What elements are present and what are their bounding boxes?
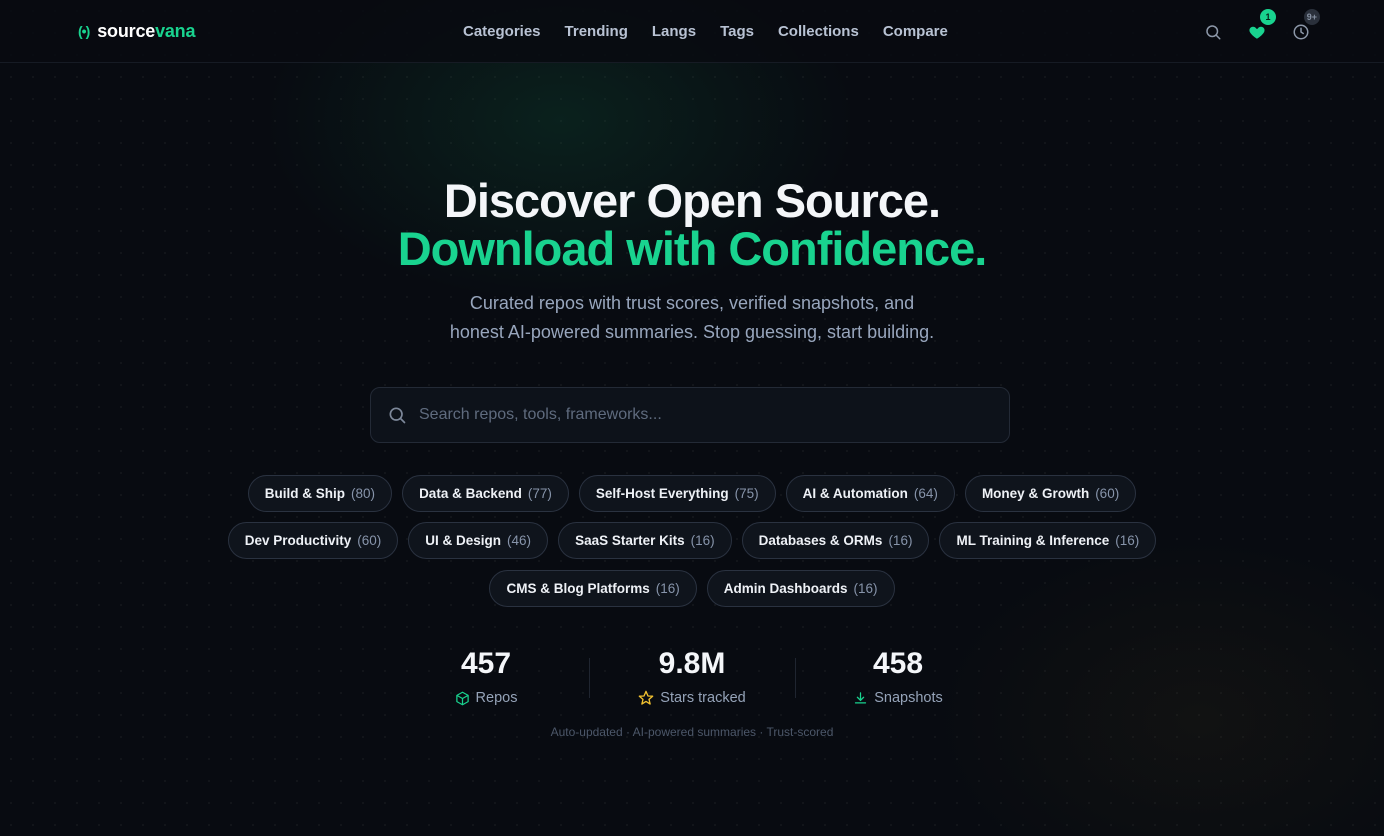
category-chip-money-growth[interactable]: Money & Growth (60) [964, 475, 1137, 512]
search-button[interactable] [1202, 21, 1224, 43]
stat-value: 458 [872, 647, 924, 680]
category-chip-ai-automation[interactable]: AI & Automation (64) [785, 475, 955, 512]
logo[interactable]: (•) sourcevana [78, 20, 195, 42]
top-navbar: (•) sourcevana Categories Trending Langs… [0, 0, 1384, 63]
category-row-3: CMS & Blog Platforms (16) Admin Dashboard… [0, 570, 1384, 607]
main-nav: Categories Trending Langs Tags Collectio… [463, 20, 948, 42]
stats-row: 457 Repos 9.8M Stars tracked 458 Snapsho… [0, 646, 1384, 706]
category-chip-data-backend[interactable]: Data & Backend (77) [402, 475, 569, 512]
history-badge: 9+ [1303, 9, 1320, 25]
category-chip-cms-blog[interactable]: CMS & Blog Platforms (16) [489, 570, 697, 607]
stat-label: Repos [475, 690, 518, 706]
hero-subtitle-line2: honest AI-powered summaries. Stop guessi… [449, 322, 935, 342]
favorites-button[interactable]: 1 [1246, 9, 1276, 43]
hero-title-line1: Discover Open Source. [443, 174, 941, 227]
footer-note: Auto-updated · AI-powered summaries · Tr… [550, 725, 834, 739]
stat-snapshots: 458 Snapshots [795, 646, 1001, 706]
nav-collections[interactable]: Collections [778, 23, 859, 40]
search-icon [1206, 25, 1221, 40]
logo-mark-icon: (•) [78, 23, 90, 39]
category-chip-databases-orms[interactable]: Databases & ORMs (16) [741, 522, 930, 559]
nav-compare[interactable]: Compare [883, 23, 948, 40]
category-row-1: Build & Ship (80) Data & Backend (77) Self… [0, 475, 1384, 512]
nav-tags[interactable]: Tags [720, 23, 754, 40]
category-chip-dev-productivity[interactable]: Dev Productivity (60) [227, 522, 399, 559]
search-input[interactable] [419, 406, 1009, 424]
stat-value: 9.8M [658, 647, 726, 680]
nav-trending[interactable]: Trending [565, 23, 628, 40]
stat-label: Stars tracked [660, 690, 746, 706]
category-chip-build-ship[interactable]: Build & Ship (80) [247, 475, 393, 512]
search-box[interactable] [370, 387, 1010, 443]
nav-categories[interactable]: Categories [463, 23, 541, 40]
history-button[interactable]: 9+ [1290, 9, 1320, 43]
category-row-2: Dev Productivity (60) UI & Design (46) Saa… [0, 522, 1384, 559]
stat-stars: 9.8M Stars tracked [589, 646, 795, 706]
download-icon [855, 691, 867, 703]
favorites-badge: 1 [1260, 9, 1276, 25]
category-chip-saas-starter[interactable]: SaaS Starter Kits (16) [558, 522, 732, 559]
search-icon [389, 407, 406, 424]
stat-label: Snapshots [874, 690, 943, 706]
star-icon [638, 690, 654, 705]
category-chip-self-host[interactable]: Self-Host Everything (75) [578, 475, 776, 512]
stat-repos: 457 Repos [383, 646, 589, 706]
nav-langs[interactable]: Langs [652, 23, 696, 40]
header-actions: 1 9+ [1202, 9, 1320, 52]
heart-icon [1249, 26, 1265, 39]
clock-icon [1293, 24, 1309, 40]
category-chip-admin-dashboards[interactable]: Admin Dashboards (16) [706, 570, 895, 607]
category-chip-ml-training[interactable]: ML Training & Inference (16) [939, 522, 1157, 559]
logo-text: sourcevana [97, 20, 196, 41]
hero-subtitle-line1: Curated repos with trust scores, verifie… [469, 293, 915, 313]
hero-title-line2: Download with Confidence. [397, 222, 988, 275]
box-icon [455, 691, 469, 705]
stat-value: 457 [460, 647, 512, 680]
category-chip-ui-design[interactable]: UI & Design (46) [408, 522, 549, 559]
